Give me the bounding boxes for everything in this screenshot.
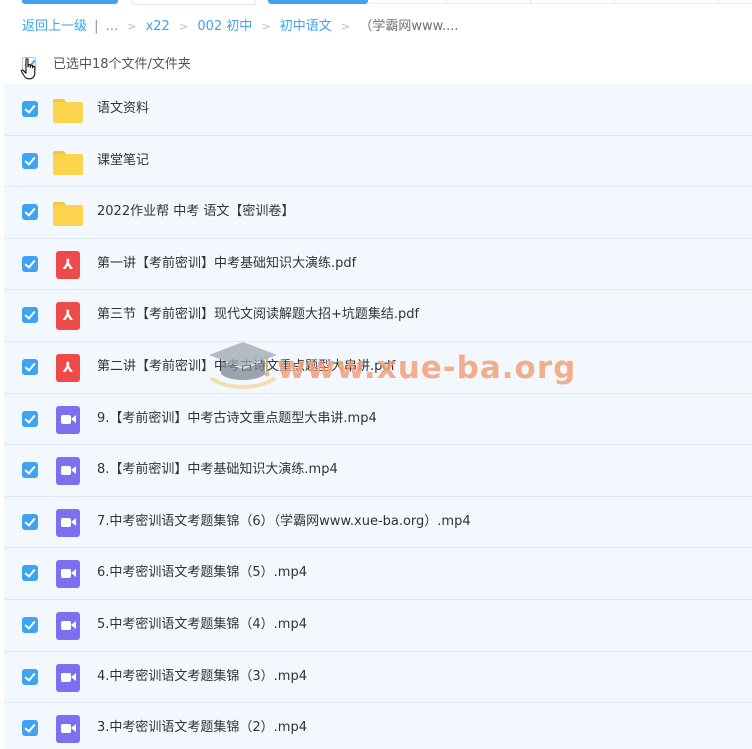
folder-icon — [53, 199, 83, 227]
file-row[interactable]: 语文资料 — [4, 84, 752, 136]
row-checkbox[interactable] — [22, 565, 38, 582]
row-checkbox[interactable] — [22, 513, 38, 530]
row-checkbox[interactable] — [22, 720, 38, 737]
back-link[interactable]: 返回上一级 — [22, 17, 87, 37]
file-row[interactable]: 9.【考前密训】中考古诗文重点题型大串讲.mp4 — [4, 393, 752, 446]
row-checkbox[interactable] — [22, 255, 38, 272]
selection-status: 已选中18个文件/文件夹 — [53, 57, 191, 72]
row-checkbox[interactable] — [22, 462, 38, 479]
video-file-icon — [53, 611, 83, 640]
folder-icon — [53, 96, 83, 124]
file-row[interactable]: 课堂笔记 — [4, 135, 752, 188]
column-divider — [446, 0, 447, 5]
row-checkbox[interactable] — [22, 101, 38, 117]
row-checkbox[interactable] — [22, 358, 38, 375]
file-row[interactable]: 5.中考密训语文考题集锦（4）.mp4 — [4, 599, 752, 652]
file-list: 语文资料课堂笔记 2022作业帮 中考 语文【密训卷】 ⅄ 第一讲【考前密训】中考基础… — [4, 84, 752, 749]
video-file-icon — [53, 663, 83, 692]
file-row[interactable]: 3.中考密训语文考题集锦（2）.mp4 — [4, 703, 752, 749]
top-button-2[interactable] — [132, 0, 256, 5]
breadcrumb-ellipsis[interactable]: ... — [106, 17, 118, 37]
file-name[interactable]: 9.【考前密训】中考古诗文重点题型大串讲.mp4 — [97, 409, 377, 429]
breadcrumb: 返回上一级 | ... > x22 > 002 初中 > 初中语文 > （学霸网… — [22, 17, 459, 37]
row-checkbox[interactable] — [22, 307, 38, 324]
file-name[interactable]: 3.中考密训语文考题集锦（2）.mp4 — [97, 718, 307, 738]
breadcrumb-current: （学霸网www.... — [359, 19, 459, 34]
file-name[interactable]: 2022作业帮 中考 语文【密训卷】 — [97, 202, 294, 222]
file-row[interactable]: 2022作业帮 中考 语文【密训卷】 — [4, 187, 752, 239]
file-row[interactable]: 7.中考密训语文考题集锦（6）（学霸网www.xue-ba.org）.mp4 — [4, 496, 752, 549]
file-name[interactable]: 课堂笔记 — [97, 151, 149, 171]
top-divider — [370, 0, 752, 4]
file-name[interactable]: 第三节【考前密训】现代文阅读解题大招+坑题集结.pdf — [97, 305, 419, 325]
file-name[interactable]: 8.【考前密训】中考基础知识大演练.mp4 — [97, 460, 338, 480]
breadcrumb-item-002[interactable]: 002 初中 — [197, 17, 252, 37]
row-checkbox[interactable] — [22, 616, 38, 633]
hand-cursor-icon — [20, 58, 36, 80]
file-name[interactable]: 第二讲【考前密训】中考古诗文重点题型大串讲.pdf — [97, 357, 395, 377]
video-file-icon — [53, 508, 83, 537]
file-row[interactable]: 4.中考密训语文考题集锦（3）.mp4 — [4, 651, 752, 704]
file-name[interactable]: 7.中考密训语文考题集锦（6）（学霸网www.xue-ba.org）.mp4 — [97, 512, 471, 532]
column-divider — [530, 0, 531, 5]
selection-bar: 已选中18个文件/文件夹 — [20, 54, 420, 80]
pdf-file-icon: ⅄ — [53, 302, 83, 331]
chevron-right-icon: > — [261, 20, 271, 33]
file-name[interactable]: 5.中考密训语文考题集锦（4）.mp4 — [97, 615, 307, 635]
file-row[interactable]: 8.【考前密训】中考基础知识大演练.mp4 — [4, 445, 752, 497]
row-checkbox[interactable] — [22, 204, 38, 221]
file-row[interactable]: ⅄ 第三节【考前密训】现代文阅读解题大招+坑题集结.pdf — [4, 290, 752, 342]
file-row[interactable]: ⅄ 第一讲【考前密训】中考基础知识大演练.pdf — [4, 238, 752, 291]
row-checkbox[interactable] — [22, 668, 38, 685]
breadcrumb-item-chinese[interactable]: 初中语文 — [280, 17, 332, 37]
video-file-icon — [53, 560, 83, 589]
video-file-icon — [53, 457, 83, 486]
breadcrumb-divider: | — [94, 19, 99, 34]
top-button-3[interactable] — [268, 0, 368, 4]
file-name[interactable]: 6.中考密训语文考题集锦（5）.mp4 — [97, 563, 307, 583]
breadcrumb-item-x22[interactable]: x22 — [146, 17, 170, 37]
row-checkbox[interactable] — [22, 152, 38, 169]
file-name[interactable]: 语文资料 — [97, 99, 149, 119]
file-name[interactable]: 第一讲【考前密训】中考基础知识大演练.pdf — [97, 254, 356, 274]
top-button-1[interactable] — [22, 0, 118, 4]
pdf-file-icon: ⅄ — [53, 250, 83, 279]
video-file-icon — [53, 715, 83, 744]
chevron-right-icon: > — [127, 20, 137, 33]
file-name[interactable]: 4.中考密训语文考题集锦（3）.mp4 — [97, 667, 307, 687]
video-file-icon — [53, 405, 83, 434]
chevron-right-icon: > — [178, 20, 189, 33]
folder-icon — [53, 148, 83, 176]
row-checkbox[interactable] — [22, 410, 38, 427]
file-row[interactable]: ⅄ 第二讲【考前密训】中考古诗文重点题型大串讲.pdf — [4, 341, 752, 394]
column-divider — [718, 0, 719, 5]
file-row[interactable]: 6.中考密训语文考题集锦（5）.mp4 — [4, 548, 752, 600]
column-divider — [614, 0, 615, 5]
chevron-right-icon: > — [340, 20, 351, 33]
pdf-file-icon: ⅄ — [53, 353, 83, 382]
top-tab-strip — [0, 0, 752, 6]
